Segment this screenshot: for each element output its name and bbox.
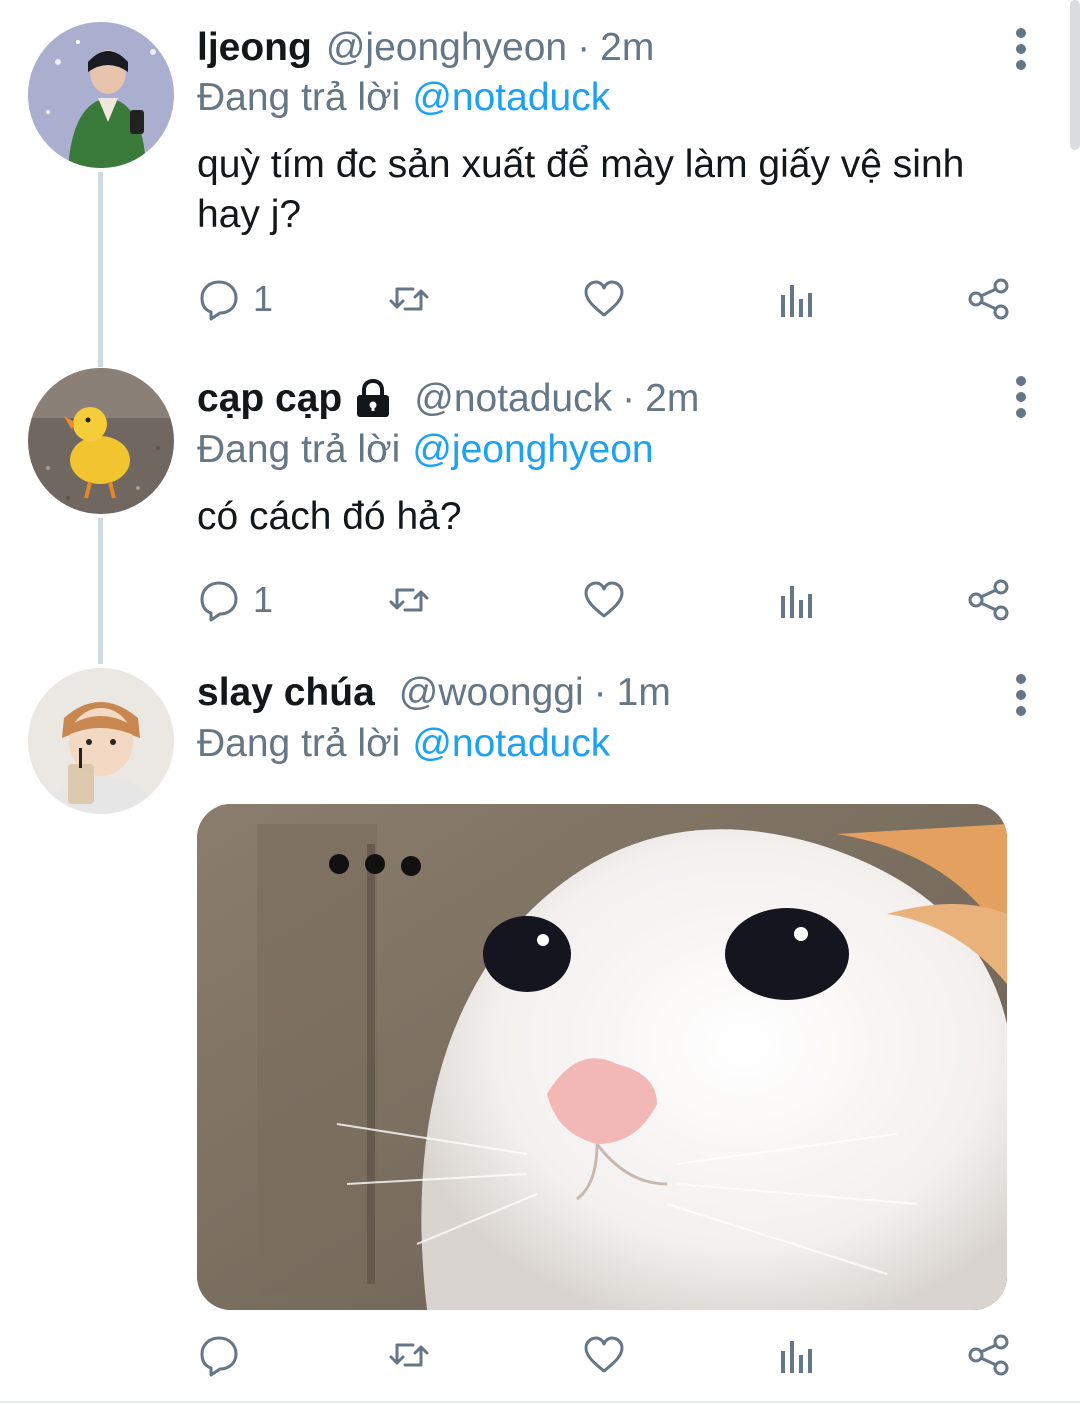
- analytics-button[interactable]: [775, 575, 819, 625]
- like-button[interactable]: [582, 274, 626, 324]
- retweet-button[interactable]: [387, 1330, 431, 1380]
- reply-icon: [197, 1333, 241, 1377]
- replying-prefix: Đang trả lời: [197, 428, 401, 471]
- retweet-button[interactable]: [387, 575, 431, 625]
- retweet-icon: [387, 277, 431, 321]
- mention-link[interactable]: @jeonghyeon: [412, 428, 653, 471]
- heart-icon: [582, 277, 626, 321]
- thread-connector-line: [98, 172, 103, 367]
- display-name[interactable]: ljeong: [197, 24, 312, 72]
- analytics-icon: [775, 578, 819, 622]
- separator-dot: ·: [622, 377, 636, 420]
- heart-icon: [582, 1333, 626, 1377]
- separator-dot: ·: [577, 26, 591, 69]
- analytics-button[interactable]: [775, 274, 819, 324]
- divider: [0, 1401, 1080, 1403]
- display-name[interactable]: cạp cạp: [197, 375, 342, 423]
- retweet-icon: [387, 578, 431, 622]
- share-icon: [967, 277, 1011, 321]
- analytics-icon: [775, 277, 819, 321]
- share-button[interactable]: [967, 274, 1011, 324]
- share-icon: [967, 1333, 1011, 1377]
- timestamp[interactable]: 2m: [600, 24, 654, 72]
- more-vertical-icon[interactable]: [1006, 672, 1036, 718]
- replying-to: Đang trả lời @notaduck: [197, 720, 610, 768]
- lock-icon: [352, 378, 394, 420]
- thread-connector-line: [98, 518, 103, 664]
- timestamp[interactable]: 2m: [645, 375, 699, 423]
- more-vertical-icon[interactable]: [1006, 26, 1036, 72]
- mention-link[interactable]: @notaduck: [412, 722, 610, 765]
- avatar[interactable]: [28, 368, 174, 514]
- separator-dot: ·: [593, 671, 607, 714]
- user-handle[interactable]: @notaduck: [414, 375, 612, 423]
- avatar[interactable]: [28, 668, 174, 814]
- replying-to: Đang trả lời @notaduck: [197, 74, 610, 122]
- reply-button[interactable]: 1: [197, 274, 273, 324]
- tweet-text: có cách đó hả?: [197, 495, 462, 538]
- analytics-icon: [775, 1333, 819, 1377]
- like-button[interactable]: [582, 1330, 626, 1380]
- reply-count: 1: [253, 278, 274, 319]
- reply-icon: [197, 277, 241, 321]
- cat-photo: [197, 804, 1007, 1310]
- action-bar: 1: [197, 274, 1027, 324]
- reply-count: 1: [253, 579, 274, 620]
- action-bar: [197, 1330, 1027, 1380]
- user-handle[interactable]: @jeonghyeon: [326, 24, 567, 72]
- share-icon: [967, 578, 1011, 622]
- mention-link[interactable]: @notaduck: [412, 76, 610, 119]
- replying-to: Đang trả lời @jeonghyeon: [197, 426, 654, 474]
- heart-icon: [582, 578, 626, 622]
- reply-button[interactable]: 1: [197, 575, 273, 625]
- retweet-icon: [387, 1333, 431, 1377]
- tweet-media-image[interactable]: [197, 804, 1007, 1310]
- scrollbar[interactable]: [1070, 0, 1080, 150]
- replying-prefix: Đang trả lời: [197, 722, 401, 765]
- timestamp[interactable]: 1m: [617, 669, 671, 717]
- action-bar: 1: [197, 575, 1027, 625]
- display-name[interactable]: slay chúa: [197, 669, 375, 717]
- avatar[interactable]: [28, 22, 174, 168]
- share-button[interactable]: [967, 575, 1011, 625]
- more-vertical-icon[interactable]: [1006, 374, 1036, 420]
- share-button[interactable]: [967, 1330, 1011, 1380]
- tweet-text: quỳ tím đc sản xuất để mày làm giấy vệ s…: [197, 143, 965, 236]
- like-button[interactable]: [582, 575, 626, 625]
- replying-prefix: Đang trả lời: [197, 76, 401, 119]
- analytics-button[interactable]: [775, 1330, 819, 1380]
- retweet-button[interactable]: [387, 274, 431, 324]
- reply-icon: [197, 578, 241, 622]
- user-handle[interactable]: @woonggi: [399, 669, 584, 717]
- reply-button[interactable]: [197, 1330, 253, 1380]
